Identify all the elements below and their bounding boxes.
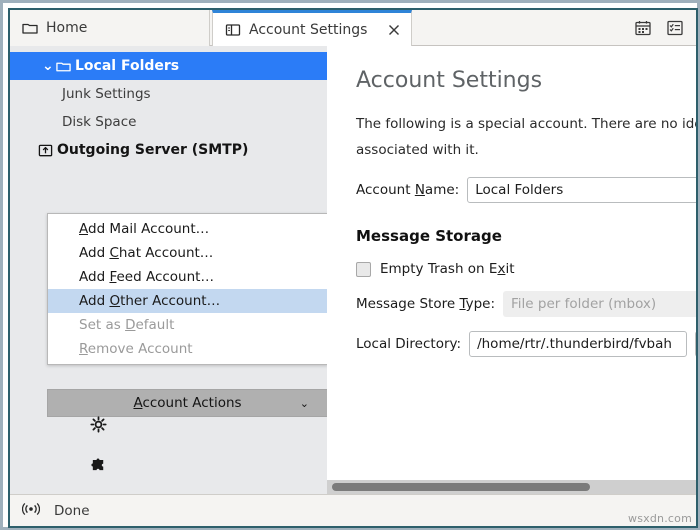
- account-actions-button-post: ccount Actions: [142, 395, 242, 411]
- empty-trash-on-exit-checkbox[interactable]: [356, 261, 371, 277]
- horizontal-scrollbar[interactable]: [327, 480, 696, 494]
- folder-icon: [56, 59, 71, 74]
- empty-trash-label-pre: Empty Trash on E: [380, 261, 498, 277]
- account-tree: ⌄ Local Folders Junk Settings Disk Space: [10, 52, 327, 164]
- outgoing-server-icon: [38, 143, 53, 158]
- menu-item-add-chat-account-post: hat Account…: [118, 245, 214, 261]
- broadcast-antenna-icon: [21, 501, 41, 521]
- account-settings-icon: [225, 22, 241, 38]
- account-description: The following is a special account. Ther…: [356, 116, 696, 158]
- sidebar-item-outgoing-server[interactable]: Outgoing Server (SMTP): [10, 136, 327, 164]
- status-text: Done: [54, 502, 90, 519]
- tab-account-settings[interactable]: Account Settings: [212, 10, 412, 46]
- menu-item-add-chat-account[interactable]: Add Chat Account…: [48, 241, 327, 265]
- chevron-down-icon[interactable]: ⌄: [42, 58, 54, 74]
- status-bar: Done wsxdn.com: [10, 494, 696, 526]
- account-name-label-accel: N: [414, 182, 425, 198]
- message-store-type-select[interactable]: File per folder (mbox) ⌄: [503, 291, 696, 317]
- sidebar-item-disk-space[interactable]: Disk Space: [10, 108, 327, 136]
- tab-home[interactable]: Home: [10, 10, 210, 46]
- sidebar-item-junk-settings-label: Junk Settings: [62, 86, 151, 102]
- calendar-icon[interactable]: [632, 17, 654, 39]
- sidebar-item-outgoing-server-label: Outgoing Server (SMTP): [57, 142, 249, 158]
- watermark: wsxdn.com: [628, 512, 692, 525]
- menu-item-add-other-account-pre: Add: [79, 293, 110, 309]
- sidebar-item-disk-space-label: Disk Space: [62, 114, 137, 130]
- message-store-type-label-post: ype:: [465, 296, 496, 312]
- folder-icon: [22, 20, 38, 36]
- account-actions-button-label: Account Actions: [133, 395, 241, 411]
- menu-item-remove-account: Remove Account: [48, 337, 327, 361]
- menu-item-add-other-account-post: ther Account…: [120, 293, 221, 309]
- account-actions-menu: Add Mail Account… Add Chat Account… Add …: [47, 213, 327, 365]
- main-area: ⌄ Local Folders Junk Settings Disk Space: [10, 46, 696, 494]
- menu-item-remove-account-post: emove Account: [87, 341, 193, 357]
- menu-item-remove-account-accel: R: [79, 341, 88, 357]
- message-storage-heading: Message Storage: [356, 227, 502, 245]
- account-name-label: Account Name:: [356, 182, 459, 198]
- menu-item-add-feed-account[interactable]: Add Feed Account…: [48, 265, 327, 289]
- menu-item-add-other-account[interactable]: Add Other Account…: [48, 289, 327, 313]
- menu-item-add-chat-account-accel: C: [109, 245, 119, 261]
- menu-item-set-as-default: Set as Default: [48, 313, 327, 337]
- empty-trash-label-post: it: [505, 261, 515, 277]
- message-store-type-label-pre: Message Store: [356, 296, 460, 312]
- addons-puzzle-icon[interactable]: [90, 456, 108, 474]
- empty-trash-on-exit-label: Empty Trash on Exit: [380, 261, 514, 277]
- tab-home-label: Home: [46, 20, 88, 36]
- menu-item-add-mail-account-post: dd Mail Account…: [88, 221, 210, 237]
- close-icon[interactable]: [387, 23, 401, 37]
- tab-account-settings-label: Account Settings: [249, 21, 368, 38]
- account-settings-panel: Account Settings The following is a spec…: [327, 46, 696, 494]
- message-store-type-row: Message Store Type: File per folder (mbo…: [356, 291, 696, 317]
- application-window: Home Account Settings ⌄ Local Folders Ju…: [0, 0, 700, 530]
- menu-item-add-chat-account-pre: Add: [79, 245, 110, 261]
- account-actions-button[interactable]: Account Actions ⌄: [47, 389, 327, 417]
- message-store-type-value: File per folder (mbox): [511, 296, 657, 312]
- menu-item-add-feed-account-pre: Add: [79, 269, 110, 285]
- menu-item-set-as-default-post: efault: [135, 317, 175, 333]
- page-title: Account Settings: [356, 68, 543, 93]
- accounts-sidebar: ⌄ Local Folders Junk Settings Disk Space: [10, 46, 327, 494]
- account-name-input[interactable]: [467, 177, 696, 203]
- account-settings-form: Account Settings The following is a spec…: [356, 46, 696, 357]
- local-directory-label: Local Directory:: [356, 336, 462, 352]
- menu-item-add-other-account-accel: O: [109, 293, 121, 309]
- tab-bar: Home Account Settings: [10, 10, 696, 46]
- menu-item-add-feed-account-post: eed Account…: [116, 269, 214, 285]
- settings-gear-icon[interactable]: [90, 416, 108, 434]
- toolbar-right: [632, 10, 690, 46]
- account-name-label-pre: Account: [356, 182, 415, 198]
- menu-item-add-mail-account[interactable]: Add Mail Account…: [48, 217, 327, 241]
- window-inner: Home Account Settings ⌄ Local Folders Ju…: [8, 8, 698, 528]
- account-name-label-post: ame:: [424, 182, 460, 198]
- sidebar-item-local-folders-label: Local Folders: [75, 58, 180, 74]
- horizontal-scrollbar-thumb[interactable]: [332, 483, 590, 491]
- chevron-down-icon[interactable]: ⌄: [300, 397, 309, 410]
- sidebar-footer-icons: [90, 416, 108, 474]
- local-directory-row: Local Directory:: [356, 331, 696, 357]
- browse-directory-button[interactable]: [695, 331, 696, 357]
- menu-item-add-mail-account-accel: A: [79, 221, 88, 237]
- local-directory-input[interactable]: [469, 331, 688, 357]
- menu-item-set-as-default-pre: Set as: [79, 317, 126, 333]
- sidebar-item-junk-settings[interactable]: Junk Settings: [10, 80, 327, 108]
- message-store-type-label: Message Store Type:: [356, 296, 495, 312]
- menu-item-set-as-default-accel: D: [125, 317, 136, 333]
- tasks-icon[interactable]: [664, 17, 686, 39]
- account-name-row: Account Name:: [356, 177, 696, 203]
- empty-trash-on-exit-row[interactable]: Empty Trash on Exit: [356, 261, 696, 277]
- sidebar-item-local-folders[interactable]: ⌄ Local Folders: [10, 52, 327, 80]
